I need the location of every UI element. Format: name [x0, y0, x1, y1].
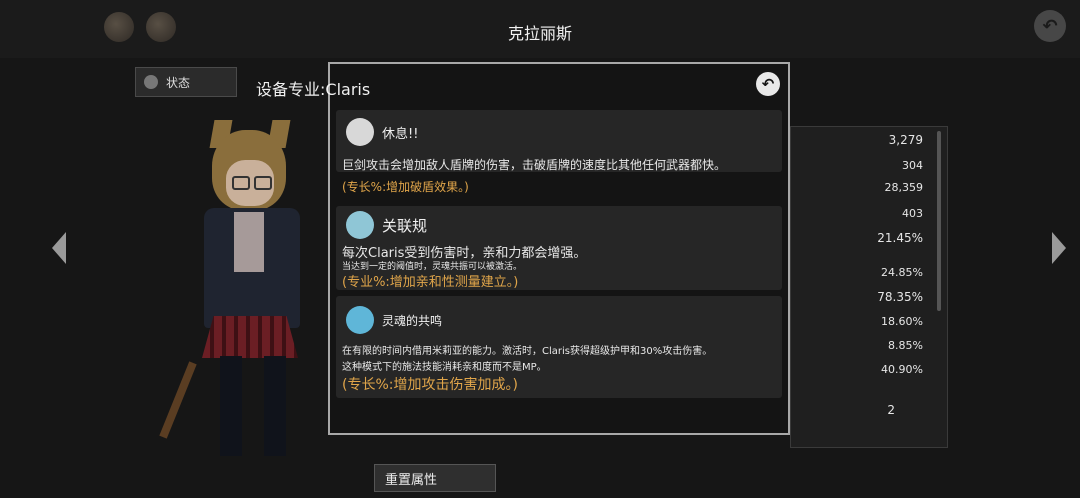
- rocket-icon: [346, 118, 374, 146]
- stat-value: 40.90%: [881, 363, 923, 376]
- status-tab[interactable]: 状态: [135, 67, 237, 97]
- back-arrow-icon: ↶: [1042, 15, 1058, 37]
- reset-attributes-button[interactable]: 重置属性: [374, 464, 496, 492]
- page-title: 克拉丽斯: [507, 24, 572, 43]
- character-shirt: [234, 212, 264, 272]
- snowflake-icon: [346, 306, 374, 334]
- stats-panel[interactable]: 3,279 304 28,359 403 21.45% 24.85% 78.35…: [790, 126, 948, 448]
- stat-value: 21.45%: [877, 231, 923, 245]
- close-icon: ↶: [761, 75, 775, 93]
- skill-hint: (专业%:增加亲和性测量建立。): [342, 275, 519, 290]
- character-portrait: [159, 120, 330, 460]
- character-sword: [159, 361, 197, 439]
- skill-hint: (专长%:增加攻击伤害加成。): [342, 377, 518, 393]
- skill-description: 这种模式下的施法技能消耗亲和度而不是MP。: [342, 362, 547, 373]
- previous-character-arrow-icon[interactable]: [52, 232, 66, 264]
- stats-scrollbar[interactable]: [937, 131, 941, 311]
- specialty-modal: 设备专业:Claris ↶ 休息!! 巨剑攻击会增加敌人盾牌的伤害，击破盾牌的速…: [256, 62, 790, 435]
- spirit-icon: [346, 211, 374, 239]
- modal-title: 设备专业:Claris: [256, 80, 371, 99]
- character-leg: [220, 356, 242, 456]
- stat-value: 304: [902, 159, 923, 172]
- character-leg: [264, 356, 286, 456]
- stat-value: 2: [887, 403, 895, 417]
- skill-hint: (专长%:增加破盾效果。): [342, 180, 469, 194]
- character-skirt: [202, 316, 298, 358]
- stat-value: 24.85%: [881, 266, 923, 279]
- skill-card: 休息!! 巨剑攻击会增加敌人盾牌的伤害，击破盾牌的速度比其他任何武器都快。 (专…: [336, 110, 782, 194]
- skill-card: 灵魂的共鸣 在有限的时间内借用米莉亚的能力。激活时，Claris获得超级护甲和3…: [336, 296, 782, 398]
- stat-value: 403: [902, 207, 923, 220]
- status-tab-label: 状态: [166, 75, 191, 90]
- skill-card: 关联规 每次Claris受到伤害时，亲和力都会增强。 当达到一定的阈值时，灵魂共…: [336, 206, 782, 290]
- skill-description: 巨剑攻击会增加敌人盾牌的伤害，击破盾牌的速度比其他任何武器都快。: [342, 158, 727, 172]
- stat-value: 8.85%: [888, 339, 923, 352]
- stat-value: 78.35%: [877, 290, 923, 304]
- skill-description: 在有限的时间内借用米莉亚的能力。激活时，Claris获得超级护甲和30%攻击伤害…: [342, 346, 713, 357]
- skill-name: 灵魂的共鸣: [382, 314, 443, 328]
- stat-value: 28,359: [884, 181, 924, 194]
- next-character-arrow-icon[interactable]: [1052, 232, 1066, 264]
- skill-name: 休息!!: [382, 127, 419, 142]
- status-icon: [144, 75, 158, 89]
- back-button[interactable]: ↶: [1034, 10, 1066, 42]
- character-glasses: [232, 176, 250, 190]
- stat-value: 18.60%: [881, 315, 923, 328]
- skill-name: 关联规: [382, 217, 428, 235]
- character-glasses: [254, 176, 272, 190]
- close-button[interactable]: ↶: [756, 72, 780, 96]
- stat-value: 3,279: [888, 133, 923, 147]
